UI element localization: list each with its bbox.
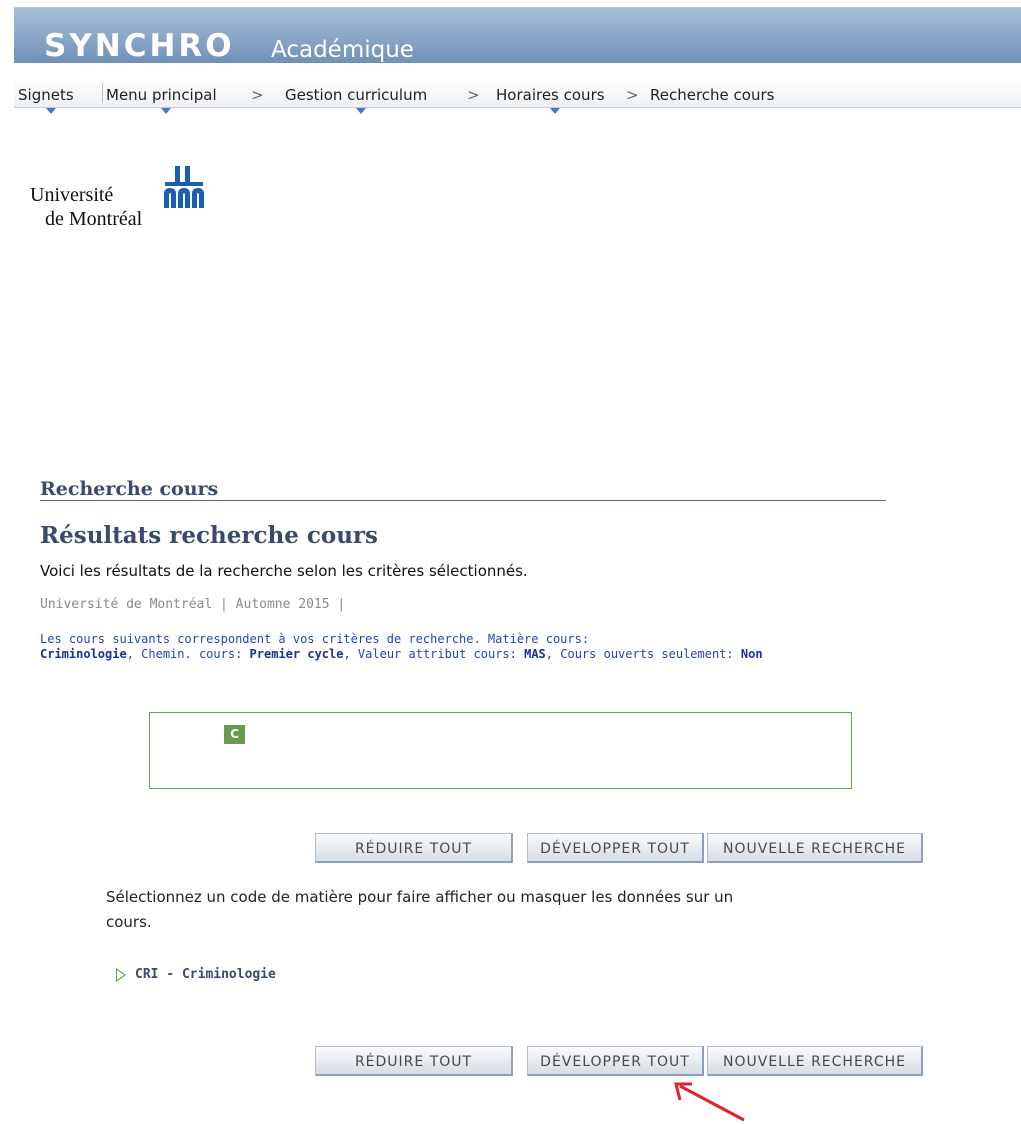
criteria-path-label: Chemin. cours:	[141, 647, 243, 661]
breadcrumb-label: Gestion curriculum	[285, 86, 428, 104]
university-emblem-icon	[164, 166, 204, 208]
expand-triangle-icon	[116, 967, 126, 982]
breadcrumb-separator: >	[626, 86, 639, 104]
app-header: SYNCHRO Académique Signets Menu principa…	[0, 0, 1021, 114]
criteria-path-value: Premier cycle	[249, 647, 344, 661]
search-criteria: Les cours suivants correspondent à vos c…	[40, 632, 763, 661]
logo-text-line2: de Montréal	[45, 208, 143, 230]
logo-text-line1: Université	[30, 184, 114, 206]
dropdown-marker-icon	[161, 108, 172, 114]
course-group-label: CRI - Criminologie	[135, 967, 276, 982]
university-logo: Université de Montréal	[30, 166, 220, 236]
criteria-open-value: Non	[740, 647, 763, 661]
course-group-toggle[interactable]: CRI - Criminologie	[116, 967, 276, 982]
collapse-all-button[interactable]: RÉDUIRE TOUT	[315, 1046, 513, 1076]
breadcrumb-separator: >	[467, 86, 480, 104]
criteria-subject-value: Criminologie	[40, 647, 127, 661]
section-title: Recherche cours	[40, 478, 219, 500]
help-text: Sélectionnez un code de matière pour fai…	[106, 888, 734, 931]
criteria-attribute-value: MAS	[524, 647, 546, 661]
criteria-attribute-label: Valeur attribut cours:	[357, 647, 517, 661]
button-bar-top: RÉDUIRE TOUT DÉVELOPPER TOUT NOUVELLE RE…	[315, 833, 923, 863]
expand-all-button[interactable]: DÉVELOPPER TOUT	[527, 833, 704, 863]
section-divider	[40, 500, 886, 501]
breadcrumb-label: Menu principal	[106, 86, 217, 104]
criteria-open-label: Cours ouverts seulement:	[560, 647, 734, 661]
dropdown-marker-icon	[45, 108, 56, 114]
breadcrumb-label: Horaires cours	[496, 86, 605, 104]
new-search-button[interactable]: NOUVELLE RECHERCHE	[707, 833, 923, 863]
breadcrumb-signets[interactable]: Signets	[18, 86, 74, 114]
breadcrumb-gestion-curriculum[interactable]: Gestion curriculum	[285, 86, 428, 114]
new-search-button[interactable]: NOUVELLE RECHERCHE	[707, 1046, 923, 1076]
collapse-all-button[interactable]: RÉDUIRE TOUT	[315, 833, 513, 863]
intro-text: Voici les résultats de la recherche selo…	[40, 562, 528, 580]
page-title: Résultats recherche cours	[40, 522, 378, 549]
breadcrumb-horaires-cours[interactable]: Horaires cours	[496, 86, 605, 114]
breadcrumb-recherche-cours: Recherche cours	[650, 86, 775, 104]
breadcrumb-menu-principal[interactable]: Menu principal	[106, 86, 217, 114]
breadcrumb-label: Signets	[18, 86, 74, 104]
breadcrumb: Signets Menu principal > Gestion curricu…	[14, 78, 1021, 114]
breadcrumb-divider	[102, 83, 103, 103]
dropdown-marker-icon	[550, 108, 561, 114]
brand-name: SYNCHRO	[44, 28, 235, 64]
criteria-lead: Les cours suivants correspondent à vos c…	[40, 632, 590, 646]
term-text: Université de Montréal | Automne 2015 |	[40, 597, 346, 612]
legend-chip: C	[224, 725, 245, 744]
dropdown-marker-icon	[356, 108, 367, 114]
expand-all-button[interactable]: DÉVELOPPER TOUT	[527, 1046, 704, 1076]
button-bar-bottom: RÉDUIRE TOUT DÉVELOPPER TOUT NOUVELLE RE…	[315, 1046, 923, 1076]
legend-box: C	[149, 712, 852, 789]
annotation-arrow-icon	[674, 1082, 745, 1122]
breadcrumb-separator: >	[251, 86, 264, 104]
brand-logo: SYNCHRO	[44, 28, 235, 64]
app-banner: SYNCHRO Académique	[14, 8, 1021, 64]
brand-module: Académique	[271, 37, 414, 63]
